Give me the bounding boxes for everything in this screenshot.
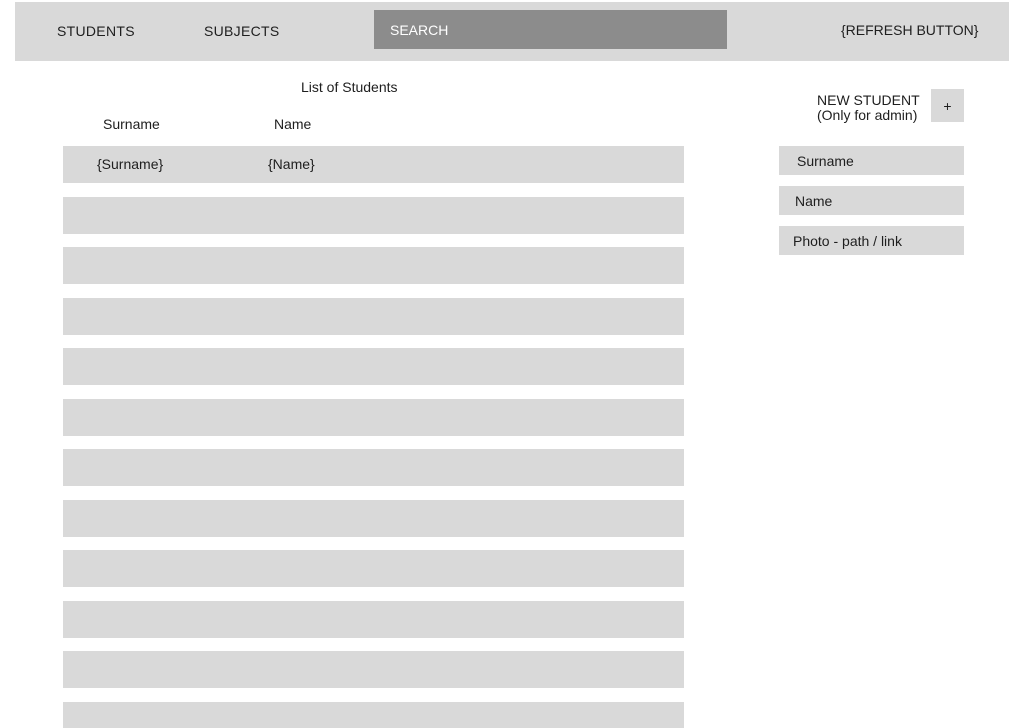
table-row[interactable] (63, 500, 684, 537)
table-row[interactable] (63, 601, 684, 638)
list-title: List of Students (301, 79, 398, 95)
students-page: STUDENTS SUBJECTS {REFRESH BUTTON} List … (0, 0, 1024, 728)
photo-field[interactable] (779, 226, 964, 255)
row-name-cell: {Name} (268, 156, 315, 172)
surname-field[interactable] (779, 146, 964, 175)
table-row[interactable] (63, 298, 684, 335)
column-header-name: Name (274, 116, 312, 132)
table-row[interactable] (63, 197, 684, 234)
refresh-button[interactable]: {REFRESH BUTTON} (841, 22, 978, 38)
nav-students-link[interactable]: STUDENTS (57, 23, 135, 39)
nav-subjects-link[interactable]: SUBJECTS (204, 23, 280, 39)
new-student-title: NEW STUDENT (817, 92, 920, 108)
new-student-admin-note: (Only for admin) (817, 107, 918, 123)
name-field[interactable] (779, 186, 964, 215)
table-row[interactable] (63, 399, 684, 436)
add-student-button[interactable]: + (931, 89, 964, 122)
table-row[interactable] (63, 702, 684, 728)
table-row[interactable]: {Surname} {Name} (63, 146, 684, 183)
table-row[interactable] (63, 651, 684, 688)
table-row[interactable] (63, 550, 684, 587)
search-input[interactable] (374, 10, 727, 49)
top-navigation-bar: STUDENTS SUBJECTS {REFRESH BUTTON} (15, 2, 1009, 61)
table-row[interactable] (63, 449, 684, 486)
row-surname-cell: {Surname} (97, 156, 164, 172)
table-row[interactable] (63, 247, 684, 284)
new-student-label: NEW STUDENT (Only for admin) (817, 93, 920, 123)
table-row[interactable] (63, 348, 684, 385)
column-header-surname: Surname (103, 116, 160, 132)
